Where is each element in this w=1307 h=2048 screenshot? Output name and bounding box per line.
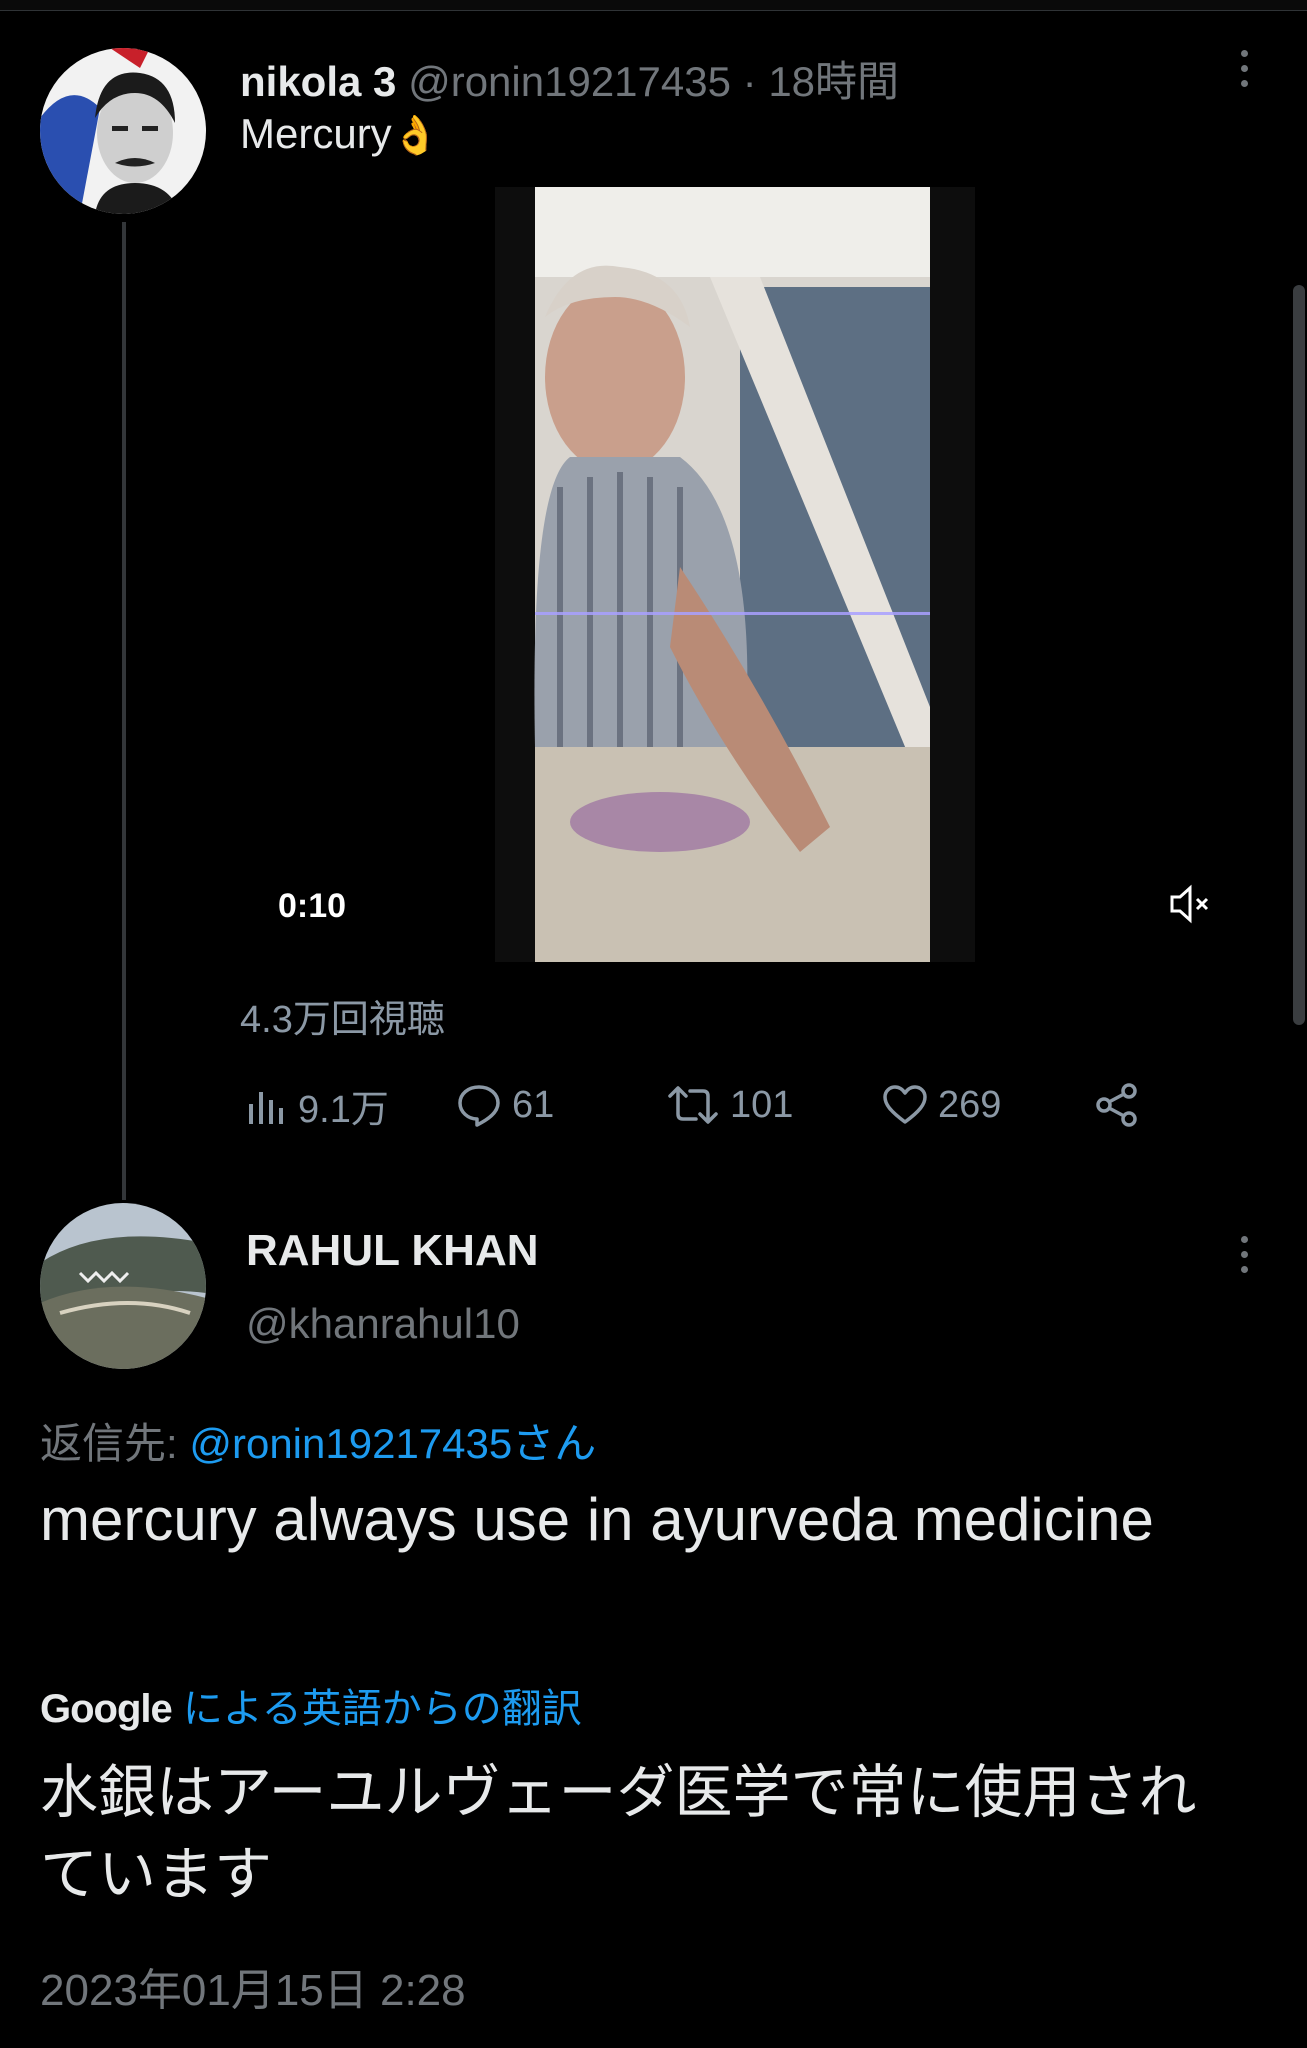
share-icon bbox=[1096, 1083, 1137, 1127]
bar-chart-icon bbox=[249, 1092, 283, 1124]
scrollbar[interactable] bbox=[1293, 285, 1305, 1025]
video-player[interactable]: 0:10 bbox=[240, 187, 1226, 962]
replying-to-label: 返信先: bbox=[40, 1420, 178, 1467]
share-button[interactable] bbox=[1094, 1080, 1140, 1130]
author-name[interactable]: nikola 3 bbox=[240, 58, 396, 105]
separator-dot: · bbox=[742, 58, 757, 105]
view-count: 4.3万回視聴 bbox=[240, 999, 445, 1041]
more-options-icon[interactable] bbox=[1229, 1224, 1259, 1284]
video-frame bbox=[495, 187, 975, 962]
avatar-crocodile-icon bbox=[40, 1203, 206, 1369]
replying-to-handle[interactable]: @ronin19217435さん bbox=[189, 1420, 596, 1467]
retweet-count: 101 bbox=[730, 1083, 794, 1126]
thread-connector bbox=[122, 222, 126, 1200]
video-duration: 0:10 bbox=[278, 887, 347, 925]
heart-icon bbox=[883, 1085, 927, 1124]
like-button[interactable]: 269 bbox=[882, 1080, 1001, 1130]
views-count: 9.1万 bbox=[298, 1088, 389, 1131]
google-logo: Google bbox=[40, 1687, 173, 1731]
reply-author-handle[interactable]: @khanrahul10 bbox=[246, 1300, 520, 1348]
retweet-button[interactable]: 101 bbox=[666, 1080, 793, 1130]
avatar[interactable] bbox=[40, 1203, 206, 1369]
translated-text: 水銀はアーユルヴェーダ医学で常に使用されています bbox=[40, 1760, 1197, 1907]
translation-attribution[interactable]: による英語からの翻訳 bbox=[183, 1687, 582, 1731]
reply-bubble-icon bbox=[458, 1085, 500, 1127]
retweet-icon bbox=[668, 1086, 718, 1124]
more-options-icon[interactable] bbox=[1229, 38, 1259, 98]
top-divider bbox=[0, 0, 1307, 11]
tweet-time[interactable]: 18時間 bbox=[768, 58, 899, 105]
author-handle[interactable]: @ronin19217435 bbox=[408, 58, 731, 105]
views-button[interactable]: 9.1万 bbox=[246, 1080, 389, 1131]
ok-hand-emoji: 👌 bbox=[391, 115, 440, 157]
reply-author-name[interactable]: RAHUL KHAN bbox=[246, 1226, 539, 1276]
reply-timestamp[interactable]: 2023年01月15日 2:28 bbox=[40, 1954, 466, 2018]
tweet-text: Mercury bbox=[240, 110, 392, 157]
like-count: 269 bbox=[938, 1083, 1002, 1126]
avatar-portrait-icon bbox=[40, 48, 206, 214]
reply-count: 61 bbox=[512, 1083, 555, 1126]
avatar[interactable] bbox=[40, 48, 206, 214]
reply-button[interactable]: 61 bbox=[456, 1080, 554, 1130]
reply-text: mercury always use in ayurveda medicine bbox=[40, 1486, 1154, 1553]
muted-speaker-icon[interactable] bbox=[1168, 882, 1212, 926]
